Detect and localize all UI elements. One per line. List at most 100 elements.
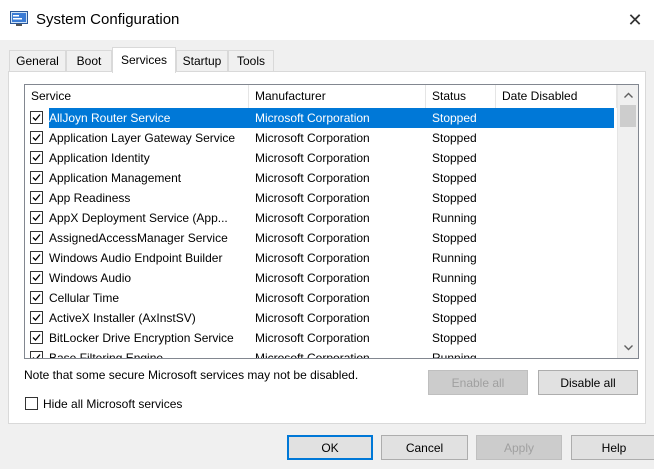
table-row[interactable]: ActiveX Installer (AxInstSV) Microsoft Co…: [25, 308, 614, 328]
table-row[interactable]: AppX Deployment Service (App... Microsoft…: [25, 208, 614, 228]
service-status: Running: [432, 351, 477, 359]
checkmark-icon: [32, 134, 41, 141]
service-checkbox[interactable]: [30, 191, 43, 204]
table-row[interactable]: Application Management Microsoft Corporat…: [25, 168, 614, 188]
service-name: Base Filtering Engine: [49, 351, 164, 359]
chevron-down-icon[interactable]: [618, 339, 638, 357]
service-date-disabled: [502, 328, 614, 348]
service-status: Running: [432, 271, 477, 285]
service-manufacturer: Microsoft Corporation: [255, 111, 370, 125]
service-date-disabled: [502, 348, 614, 358]
checkmark-icon: [32, 154, 41, 161]
service-name: AllJoyn Router Service: [49, 111, 171, 125]
service-checkbox[interactable]: [30, 311, 43, 324]
service-date-disabled: [502, 108, 614, 128]
column-header-service[interactable]: Service: [25, 85, 249, 108]
tab-general[interactable]: General: [9, 50, 66, 72]
system-config-icon: [10, 11, 28, 27]
service-status: Stopped: [432, 111, 477, 125]
scrollbar-thumb[interactable]: [620, 105, 636, 127]
service-manufacturer: Microsoft Corporation: [255, 211, 370, 225]
checkmark-icon: [32, 174, 41, 181]
service-status: Stopped: [432, 311, 477, 325]
service-checkbox[interactable]: [30, 271, 43, 284]
service-checkbox[interactable]: [30, 211, 43, 224]
column-header-manufacturer[interactable]: Manufacturer: [249, 85, 426, 108]
title-bar: System Configuration ✕: [0, 0, 654, 40]
table-row[interactable]: Application Identity Microsoft Corporatio…: [25, 148, 614, 168]
hide-microsoft-services-checkbox[interactable]: [25, 397, 38, 410]
service-name: AssignedAccessManager Service: [49, 231, 228, 245]
service-date-disabled: [502, 248, 614, 268]
service-checkbox[interactable]: [30, 351, 43, 358]
service-checkbox[interactable]: [30, 251, 43, 264]
service-manufacturer: Microsoft Corporation: [255, 311, 370, 325]
service-name: Application Management: [49, 171, 182, 185]
table-row[interactable]: AllJoyn Router Service Microsoft Corporat…: [25, 108, 614, 128]
service-date-disabled: [502, 288, 614, 308]
tab-startup[interactable]: Startup: [176, 50, 228, 72]
checkmark-icon: [32, 274, 41, 281]
service-date-disabled: [502, 208, 614, 228]
service-manufacturer: Microsoft Corporation: [255, 191, 370, 205]
service-date-disabled: [502, 128, 614, 148]
table-row[interactable]: Base Filtering Engine Microsoft Corporati…: [25, 348, 614, 359]
service-status: Stopped: [432, 171, 477, 185]
service-checkbox[interactable]: [30, 231, 43, 244]
service-manufacturer: Microsoft Corporation: [255, 271, 370, 285]
close-icon[interactable]: ✕: [616, 0, 654, 40]
service-checkbox[interactable]: [30, 291, 43, 304]
service-name: AppX Deployment Service (App...: [49, 211, 228, 225]
service-name: Application Layer Gateway Service: [49, 131, 236, 145]
service-checkbox[interactable]: [30, 331, 43, 344]
disable-all-button[interactable]: Disable all: [538, 370, 638, 395]
column-header-date-disabled[interactable]: Date Disabled: [496, 85, 617, 108]
help-button[interactable]: Help: [571, 435, 654, 460]
tab-boot[interactable]: Boot: [66, 50, 112, 72]
services-list[interactable]: Service Manufacturer Status Date Disable…: [24, 84, 639, 359]
checkmark-icon: [32, 234, 41, 241]
tab-tools[interactable]: Tools: [228, 50, 274, 72]
service-name: Windows Audio Endpoint Builder: [49, 251, 223, 265]
apply-button[interactable]: Apply: [476, 435, 562, 460]
service-manufacturer: Microsoft Corporation: [255, 331, 370, 345]
checkmark-icon: [32, 114, 41, 121]
service-manufacturer: Microsoft Corporation: [255, 231, 370, 245]
service-date-disabled: [502, 168, 614, 188]
chevron-up-icon[interactable]: [618, 86, 638, 104]
column-header-status[interactable]: Status: [426, 85, 496, 108]
table-row[interactable]: Cellular Time Microsoft Corporation Stoppe…: [25, 288, 614, 308]
cancel-button[interactable]: Cancel: [381, 435, 468, 460]
checkmark-icon: [32, 294, 41, 301]
checkmark-icon: [32, 334, 41, 341]
service-manufacturer: Microsoft Corporation: [255, 171, 370, 185]
service-manufacturer: Microsoft Corporation: [255, 151, 370, 165]
secure-services-note: Note that some secure Microsoft services…: [24, 368, 359, 382]
vertical-scrollbar[interactable]: [617, 85, 638, 358]
service-name: Cellular Time: [49, 291, 120, 305]
service-status: Running: [432, 211, 477, 225]
enable-all-button[interactable]: Enable all: [428, 370, 528, 395]
service-checkbox[interactable]: [30, 131, 43, 144]
ok-button[interactable]: OK: [287, 435, 373, 460]
service-status: Stopped: [432, 131, 477, 145]
service-checkbox[interactable]: [30, 151, 43, 164]
table-row[interactable]: Application Layer Gateway Service Microso…: [25, 128, 614, 148]
service-name: Windows Audio: [49, 271, 132, 285]
service-name: ActiveX Installer (AxInstSV): [49, 311, 196, 325]
service-date-disabled: [502, 228, 614, 248]
service-manufacturer: Microsoft Corporation: [255, 291, 370, 305]
tab-services[interactable]: Services: [112, 47, 176, 73]
service-checkbox[interactable]: [30, 171, 43, 184]
service-checkbox[interactable]: [30, 111, 43, 124]
service-status: Stopped: [432, 331, 477, 345]
service-date-disabled: [502, 308, 614, 328]
table-row[interactable]: App Readiness Microsoft Corporation Stoppe…: [25, 188, 614, 208]
service-status: Stopped: [432, 231, 477, 245]
service-status: Stopped: [432, 191, 477, 205]
checkmark-icon: [32, 354, 41, 358]
table-row[interactable]: BitLocker Drive Encryption Service Micros…: [25, 328, 614, 348]
table-row[interactable]: AssignedAccessManager Service Microsoft C…: [25, 228, 614, 248]
table-row[interactable]: Windows Audio Microsoft Corporation Runnin…: [25, 268, 614, 288]
table-row[interactable]: Windows Audio Endpoint Builder Microsoft …: [25, 248, 614, 268]
